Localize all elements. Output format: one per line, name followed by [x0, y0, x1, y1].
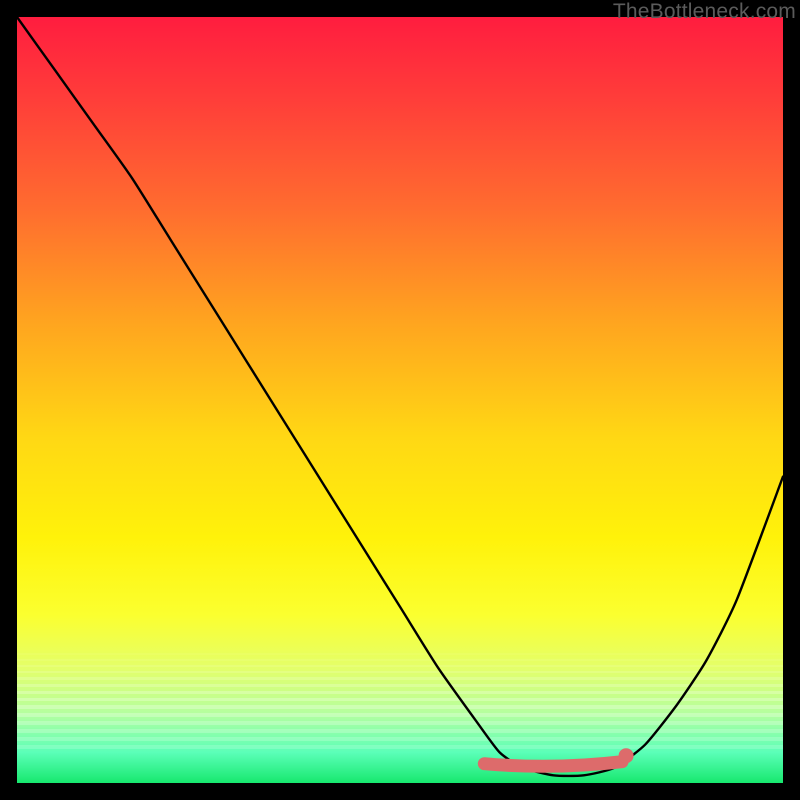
- attribution-text: TheBottleneck.com: [613, 0, 796, 24]
- heat-gradient: [17, 17, 783, 783]
- chart-frame: [17, 17, 783, 783]
- plot-area: [17, 17, 783, 783]
